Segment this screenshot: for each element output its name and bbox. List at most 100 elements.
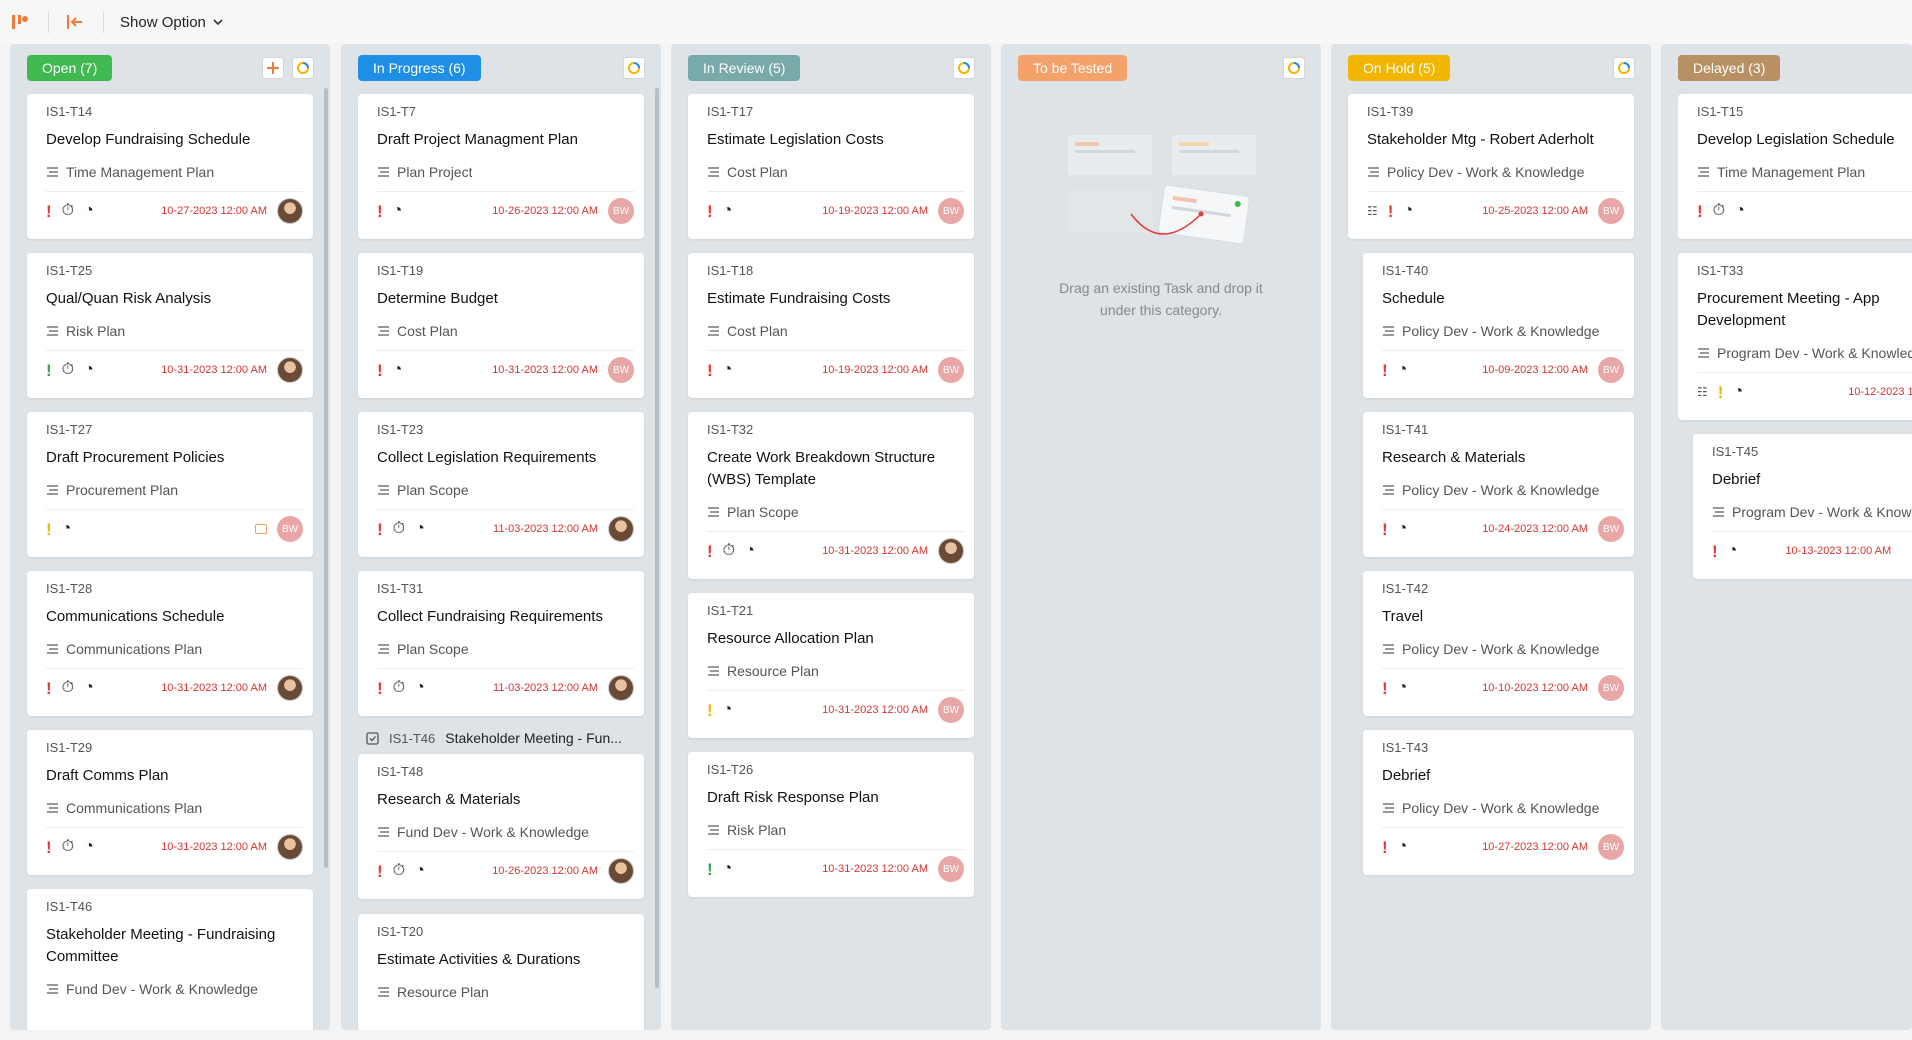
task-tasklist: Program Dev - Work & Knowledge [1717,345,1912,361]
task-card[interactable]: IS1-T39 Stakeholder Mtg - Robert Aderhol… [1348,94,1634,239]
column-settings-button[interactable] [1613,57,1635,79]
list-icon [1698,167,1709,177]
task-card[interactable]: IS1-T15 Develop Legislation Schedule Tim… [1678,94,1912,239]
task-title: Create Work Breakdown Structure (WBS) Te… [707,449,936,488]
avatar[interactable] [277,675,303,701]
list-icon [378,485,389,495]
task-tasklist: Policy Dev - Work & Knowledge [1402,482,1600,498]
avatar[interactable]: BW [938,357,964,383]
task-card[interactable]: IS1-T25 Qual/Quan Risk Analysis Risk Pla… [27,253,313,398]
show-option-dropdown[interactable]: Show Option [120,14,224,31]
column-delayed: Delayed (3) IS1-T15 Develop Legislation … [1661,44,1912,1030]
avatar[interactable]: BW [277,516,303,542]
bag-icon: ◔ [84,838,94,855]
column-settings-button[interactable] [1283,57,1305,79]
column-settings-button[interactable] [953,57,975,79]
task-card[interactable]: IS1-T20 Estimate Activities & Durations … [358,914,644,1030]
avatar[interactable]: BW [608,357,634,383]
color-wheel-icon [958,62,970,74]
avatar[interactable] [608,516,634,542]
task-card[interactable]: IS1-T48 Research & Materials Fund Dev - … [358,754,644,899]
due-date: 10-31-2023 12:00 AM [161,364,267,376]
task-id: IS1-T18 [707,263,754,278]
task-card[interactable]: IS1-T46 Stakeholder Meeting - Fundraisin… [27,889,313,1030]
due-date: 10-26-2023 12:00 AM [492,205,598,217]
bag-icon: ◔ [1735,202,1745,219]
status-badge: To be Tested [1018,55,1128,81]
timer-icon: ⏱ [61,202,75,219]
due-date: 10-09-2023 12:00 AM [1482,364,1588,376]
kanban-icon[interactable] [10,12,30,32]
bag-icon: ◔ [1397,838,1408,855]
avatar[interactable]: BW [1598,834,1624,860]
task-title: Travel [1382,608,1424,625]
bag-icon: ◔ [392,202,403,219]
column-settings-button[interactable] [623,57,645,79]
task-card[interactable]: IS1-T29 Draft Comms Plan Communications … [27,730,313,875]
scrollbar[interactable] [655,88,659,988]
task-card[interactable]: IS1-T17 Estimate Legislation Costs Cost … [688,94,974,239]
task-card[interactable]: IS1-T33 Procurement Meeting - App Develo… [1678,253,1912,420]
avatar[interactable] [938,538,964,564]
bag-icon: ◔ [84,361,94,378]
due-date: 10-31-2023 12:00 AM [822,704,928,716]
task-card[interactable]: IS1-T32 Create Work Breakdown Structure … [688,412,974,579]
timer-icon: ⏱ [392,679,406,696]
subtask-card[interactable]: IS1-T43 Debrief Policy Dev - Work & Know… [1363,730,1634,875]
avatar[interactable]: BW [938,856,964,882]
bag-icon: ◔ [84,679,94,696]
scrollbar[interactable] [324,88,328,868]
toolbar-divider [48,11,49,33]
task-id: IS1-T32 [707,422,754,437]
task-card[interactable]: IS1-T28 Communications Schedule Communic… [27,571,313,716]
list-icon [47,167,58,177]
due-date: 10-19-2023 12:00 AM [822,205,928,217]
parent-task-group[interactable]: IS1-T46 Stakeholder Meeting - Fun... [366,730,622,746]
due-date: 10-31-2023 12:00 AM [822,545,928,557]
collapse-left-icon[interactable] [65,12,85,32]
avatar[interactable]: BW [938,697,964,723]
due-date: 10-27-2023 12:00 AM [161,205,267,217]
avatar[interactable]: BW [1598,675,1624,701]
avatar[interactable] [277,357,303,383]
avatar[interactable]: BW [1598,198,1624,224]
subtask-card[interactable]: IS1-T45 Debrief Program Dev - Work & Kno… [1693,434,1912,579]
due-date: 10-31-2023 12:00 AM [822,863,928,875]
priority-high-icon: ! [1382,519,1388,539]
subtask-card[interactable]: IS1-T40 Schedule Policy Dev - Work & Kno… [1363,253,1634,398]
list-icon [378,167,389,177]
task-title: Estimate Legislation Costs [707,131,884,148]
task-card[interactable]: IS1-T14 Develop Fundraising Schedule Tim… [27,94,313,239]
bag-icon: ◔ [1397,520,1408,537]
task-card[interactable]: IS1-T26 Draft Risk Response Plan Risk Pl… [688,752,974,897]
add-task-button[interactable] [262,57,284,79]
subtask-card[interactable]: IS1-T41 Research & Materials Policy Dev … [1363,412,1634,557]
task-card[interactable]: IS1-T27 Draft Procurement Policies Procu… [27,412,313,557]
avatar[interactable]: BW [938,198,964,224]
avatar[interactable] [608,858,634,884]
column-to-be-tested: To be Tested Drag an existing Task and d… [1001,44,1321,1030]
avatar[interactable]: BW [1598,357,1624,383]
task-card[interactable]: IS1-T18 Estimate Fundraising Costs Cost … [688,253,974,398]
task-card[interactable]: IS1-T7 Draft Project Managment Plan Plan… [358,94,644,239]
column-settings-button[interactable] [292,57,314,79]
timer-icon: ⏱ [61,838,75,855]
task-card[interactable]: IS1-T21 Resource Allocation Plan Resourc… [688,593,974,738]
avatar[interactable] [277,198,303,224]
subtask-card[interactable]: IS1-T42 Travel Policy Dev - Work & Knowl… [1363,571,1634,716]
avatar[interactable] [608,675,634,701]
list-icon [378,644,389,654]
task-card[interactable]: IS1-T19 Determine Budget Cost Plan ! ◔ 10… [358,253,644,398]
task-title: Procurement Meeting - App Development [1697,290,1880,329]
task-id: IS1-T26 [707,762,754,777]
avatar[interactable]: BW [608,198,634,224]
avatar[interactable] [277,834,303,860]
task-card[interactable]: IS1-T23 Collect Legislation Requirements… [358,412,644,557]
avatar[interactable]: BW [1598,516,1624,542]
list-icon [1698,348,1709,358]
list-icon [1383,326,1394,336]
show-option-label: Show Option [120,13,206,31]
calendar-icon [255,524,267,534]
timer-icon: ⏱ [1712,202,1726,219]
task-card[interactable]: IS1-T31 Collect Fundraising Requirements… [358,571,644,716]
